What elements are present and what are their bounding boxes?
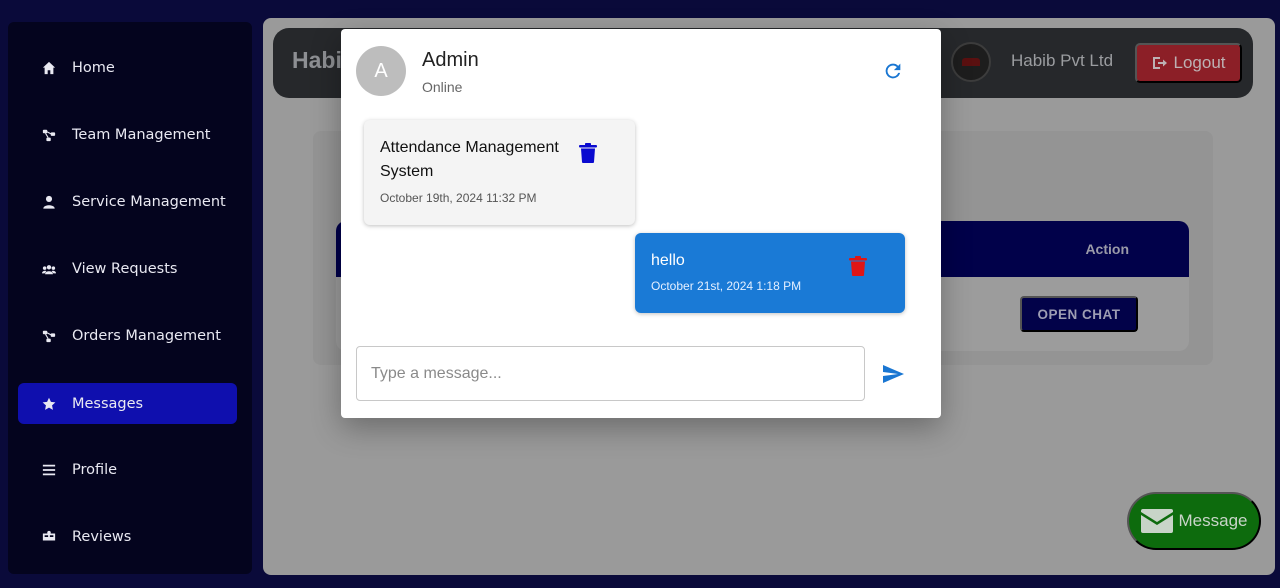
sidebar: Home Team Management Service Management … [8,22,252,574]
sidebar-item-home[interactable]: Home [18,47,237,88]
open-chat-button[interactable]: OPEN CHAT [1020,296,1138,332]
home-icon [42,61,56,75]
sidebar-item-team-management[interactable]: Team Management [18,114,237,155]
sidebar-item-label: Team Management [72,126,211,143]
bars-icon [42,463,56,477]
sidebar-item-label: Messages [72,395,144,412]
column-header-action: Action [1085,241,1129,257]
avatar: A [356,46,406,96]
refresh-button[interactable] [878,56,908,86]
logout-label: Logout [1173,53,1226,72]
logout-button[interactable]: Logout [1135,43,1242,83]
envelope-icon [1140,509,1173,533]
chat-contact-status: Online [422,79,463,95]
trash-icon[interactable] [579,143,597,163]
message-timestamp: October 19th, 2024 11:32 PM [380,191,537,205]
sidebar-item-label: Home [72,59,115,76]
sidebar-item-label: Profile [72,461,118,478]
sidebar-item-view-requests[interactable]: View Requests [18,248,237,289]
message-timestamp: October 21st, 2024 1:18 PM [651,279,802,293]
sidebar-item-profile[interactable]: Profile [18,449,237,490]
sidebar-item-label: Service Management [72,193,226,210]
message-text: Attendance Management System [380,139,559,180]
user-icon [42,195,56,209]
message-bubble-sent: hello October 21st, 2024 1:18 PM [635,233,905,313]
review-icon [42,530,56,544]
sidebar-item-messages[interactable]: Messages [18,383,237,424]
chat-dialog: A Admin Online Attendance Management Sys… [341,29,941,418]
sitemap-icon [42,128,56,142]
users-icon [42,262,56,276]
sidebar-item-label: Reviews [72,528,132,545]
refresh-icon [885,63,901,79]
star-icon [42,397,56,411]
trash-icon[interactable] [849,256,867,276]
company-name: Habib Pvt Ltd [1011,51,1114,70]
chat-contact-name: Admin [422,49,479,71]
sidebar-item-reviews[interactable]: Reviews [18,516,237,557]
sidebar-item-label: View Requests [72,260,178,277]
sitemap-icon [42,329,56,343]
sidebar-item-orders-management[interactable]: Orders Management [18,315,237,356]
company-logo [951,42,991,82]
sidebar-item-service-management[interactable]: Service Management [18,181,237,222]
message-bubble-received: Attendance Management System October 19t… [364,120,635,225]
message-fab-button[interactable]: Message [1127,492,1261,550]
send-icon [883,365,904,383]
message-input[interactable] [356,346,865,401]
message-fab-label: Message [1178,511,1248,530]
message-text: hello [651,252,685,269]
send-button[interactable] [877,358,909,390]
logout-icon [1152,57,1167,69]
sidebar-item-label: Orders Management [72,327,221,344]
